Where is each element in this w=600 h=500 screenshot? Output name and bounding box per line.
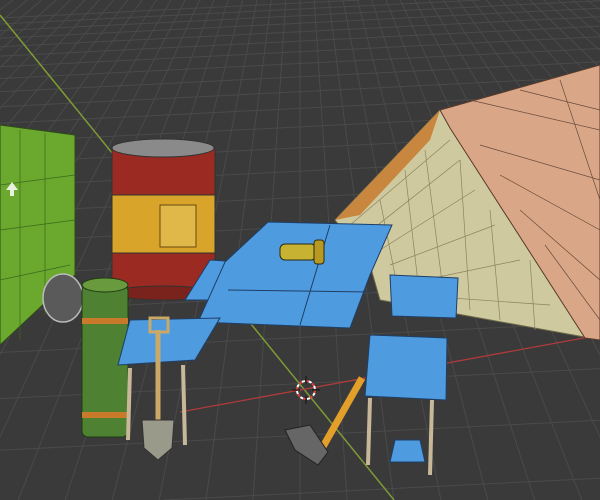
grid-line: [0, 0, 114, 135]
grid-line: [0, 0, 481, 25]
grid-line: [0, 0, 28, 23]
tent[interactable]: [334, 64, 600, 341]
tire[interactable]: [42, 273, 84, 323]
grid-line: [572, 0, 600, 23]
barrel-label: [159, 204, 197, 248]
3d-viewport[interactable]: [0, 0, 600, 500]
grid-line: [0, 0, 14, 11]
grid-line: [0, 0, 100, 109]
grid-line: [163, 477, 600, 500]
grid-line: [543, 0, 600, 51]
viewport-canvas[interactable]: [0, 0, 600, 500]
lantern[interactable]: [279, 239, 325, 265]
